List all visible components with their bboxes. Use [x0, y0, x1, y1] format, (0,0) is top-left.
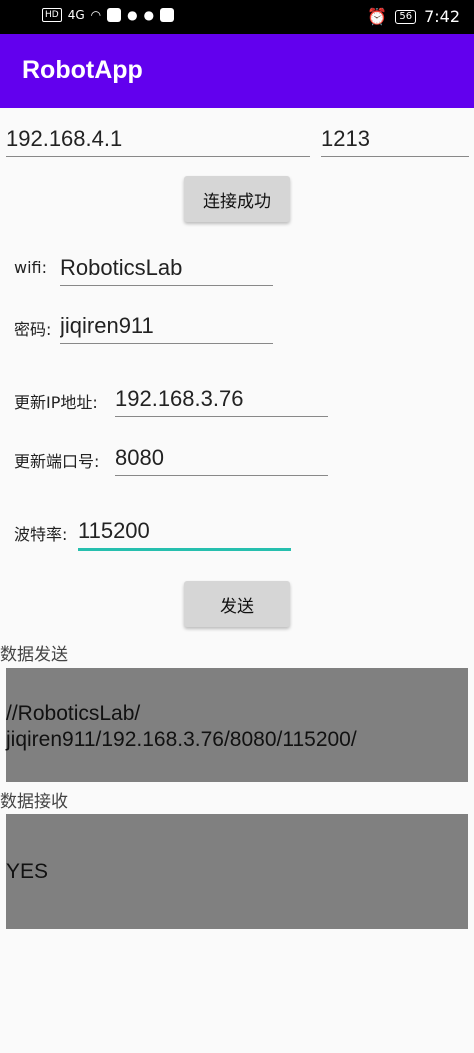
status-right: ⏰ 56 7:42: [367, 7, 460, 26]
send-text-line2: jiqiren911/192.168.3.76/8080/115200/: [6, 728, 357, 751]
status-left: HD 4G ◠ ● ●: [42, 8, 175, 22]
wifi-label: wifi:: [14, 258, 47, 277]
receive-panel: YES: [6, 814, 468, 929]
new-ip-label: 更新IP地址:: [14, 393, 98, 412]
app-bar: RobotApp: [0, 34, 474, 108]
chat-icon: ●: [143, 8, 155, 22]
new-port-input[interactable]: 8080: [115, 445, 328, 476]
wifi-icon: ◠: [90, 8, 102, 22]
new-port-label: 更新端口号:: [14, 452, 100, 471]
baud-input[interactable]: 115200: [78, 518, 291, 551]
baud-label: 波特率:: [14, 525, 68, 544]
battery-icon: 56: [395, 9, 417, 24]
new-ip-input[interactable]: 192.168.3.76: [115, 386, 328, 417]
photo-icon: [160, 8, 175, 22]
network-badge: HD: [42, 8, 62, 22]
message-icon: ●: [127, 8, 138, 22]
connect-button[interactable]: 连接成功: [184, 176, 290, 222]
status-bar: HD 4G ◠ ● ● ⏰ 56 7:42: [0, 0, 474, 34]
wifi-input[interactable]: RoboticsLab: [60, 255, 273, 286]
ip-input[interactable]: 192.168.4.1: [6, 126, 310, 157]
send-section-label: 数据发送: [0, 645, 68, 665]
password-input[interactable]: jiqiren911: [60, 313, 273, 344]
alarm-icon: ⏰: [367, 7, 388, 26]
port-input[interactable]: 1213: [321, 126, 469, 157]
send-text-line1: //RoboticsLab/: [6, 702, 141, 725]
receive-section-label: 数据接收: [0, 792, 68, 812]
signal-icon: 4G: [67, 8, 85, 22]
receive-text: YES: [6, 860, 49, 883]
send-panel: //RoboticsLab/ jiqiren911/192.168.3.76/8…: [6, 668, 468, 782]
app-notification-icon: [107, 8, 122, 22]
status-time: 7:42: [424, 7, 460, 26]
send-button[interactable]: 发送: [184, 581, 290, 627]
app-title: RobotApp: [22, 56, 143, 84]
password-label: 密码:: [14, 320, 52, 339]
